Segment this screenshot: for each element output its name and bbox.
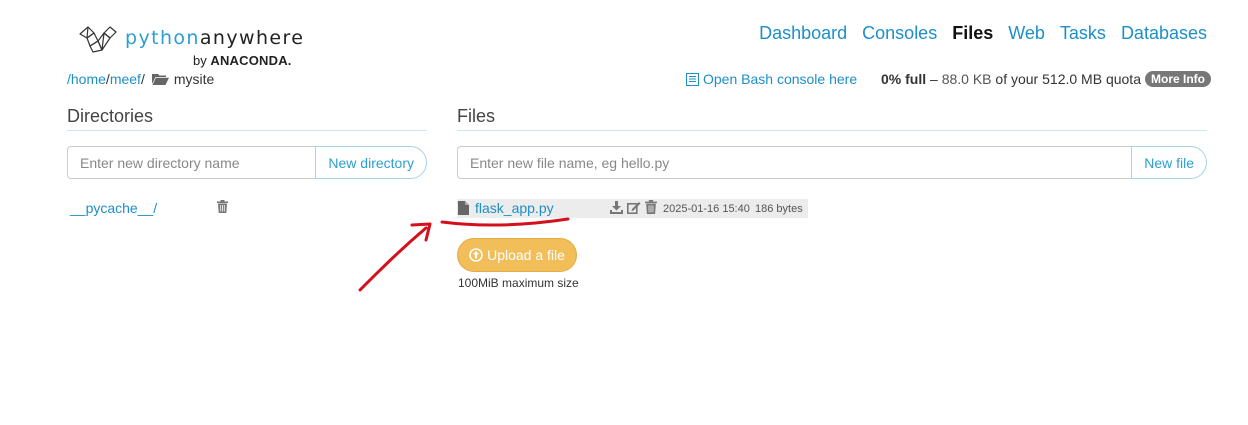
nav-tasks[interactable]: Tasks	[1060, 23, 1106, 44]
breadcrumb: /home / meef / mysite	[67, 71, 214, 87]
brand-company: ANACONDA	[210, 53, 288, 68]
file-size: 186 bytes	[755, 203, 803, 215]
download-icon[interactable]	[610, 201, 623, 214]
trash-icon[interactable]	[217, 200, 228, 213]
snake-logo-icon	[79, 26, 117, 53]
breadcrumb-home[interactable]: /home	[67, 71, 106, 87]
quota-total: 512.0 MB	[1042, 71, 1103, 87]
quota-used: 88.0 KB	[941, 71, 992, 87]
nav-databases[interactable]: Databases	[1121, 23, 1207, 44]
quota-suffix: quota	[1105, 71, 1141, 87]
new-directory-button[interactable]: New directory	[315, 146, 427, 179]
files-divider	[457, 130, 1207, 131]
new-directory-input[interactable]: Enter new directory name	[67, 146, 316, 179]
brand-by: by	[193, 53, 207, 68]
folder-open-icon	[151, 74, 169, 85]
trash-icon[interactable]	[645, 200, 657, 214]
brand-byline: by ANACONDA.	[193, 53, 292, 68]
brand-company-suffix: .	[287, 53, 292, 68]
directories-title: Directories	[67, 106, 154, 126]
nav-web[interactable]: Web	[1008, 23, 1045, 44]
top-nav: Dashboard Consoles Files Web Tasks Datab…	[759, 23, 1207, 44]
directory-link[interactable]: __pycache__/	[70, 200, 157, 216]
brand-wordmark[interactable]: pythonanywhere	[125, 27, 304, 49]
file-modified: 2025-01-16 15:40	[663, 203, 750, 215]
directories-divider	[67, 130, 427, 131]
new-directory-form: Enter new directory name New directory	[67, 146, 427, 179]
nav-dashboard[interactable]: Dashboard	[759, 23, 847, 44]
nav-consoles[interactable]: Consoles	[862, 23, 937, 44]
nav-files[interactable]: Files	[952, 23, 993, 44]
quota-dash: –	[930, 71, 938, 87]
open-bash-link[interactable]: Open Bash console here	[686, 71, 857, 87]
annotation-arrow	[358, 217, 570, 292]
new-file-input[interactable]: Enter new file name, eg hello.py	[457, 146, 1132, 179]
open-bash-label: Open Bash console here	[703, 71, 858, 87]
breadcrumb-current: mysite	[173, 71, 215, 87]
breadcrumb-sep: /	[140, 71, 145, 87]
quota-info: 0% full – 88.0 KB of your 512.0 MB quota…	[881, 71, 1211, 87]
console-icon	[686, 72, 699, 86]
brand-name-part2: anywhere	[199, 27, 305, 49]
quota-mid: of your	[995, 71, 1039, 87]
files-title: Files	[457, 106, 496, 126]
quota-percent: 0% full	[881, 71, 927, 87]
edit-icon[interactable]	[627, 201, 641, 214]
breadcrumb-user[interactable]: meef	[110, 71, 141, 87]
brand-name-part1: python	[125, 27, 200, 49]
new-file-button[interactable]: New file	[1131, 146, 1207, 179]
more-info-button[interactable]: More Info	[1145, 71, 1211, 87]
new-file-form: Enter new file name, eg hello.py New fil…	[457, 146, 1207, 179]
